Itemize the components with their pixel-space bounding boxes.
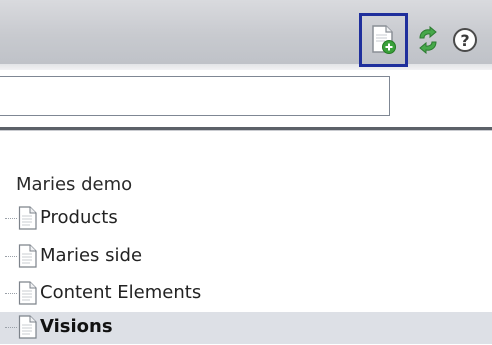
refresh-icon [419,26,437,54]
tree-item-products[interactable]: Products [0,203,492,235]
tree-item-label: Visions [40,316,113,337]
new-page-button[interactable] [359,13,408,67]
page-icon [18,281,37,305]
refresh-button[interactable] [414,25,442,55]
help-glyph: ? [460,31,469,50]
tree-root-label[interactable]: Maries demo [16,174,132,195]
tree-connector [5,293,17,294]
tree-connector [5,218,17,219]
divider-highlight [0,130,492,131]
search-input[interactable] [0,76,390,116]
tree-item-maries-side[interactable]: Maries side [0,241,492,273]
tree-connector [5,327,17,328]
help-button[interactable]: ? [450,25,480,55]
help-icon: ? [453,28,477,52]
tree-item-label: Products [40,207,118,228]
page-icon [18,244,37,268]
tree-item-visions[interactable]: Visions [0,312,492,344]
tree-connector [5,256,17,257]
toolbar-shadow [0,64,492,70]
page-icon [18,206,37,230]
page-add-icon [371,25,396,54]
tree-item-label: Maries side [40,245,143,266]
tree-item-content-elements[interactable]: Content Elements [0,278,492,310]
tree-item-label: Content Elements [40,282,202,303]
page-icon [18,315,37,339]
